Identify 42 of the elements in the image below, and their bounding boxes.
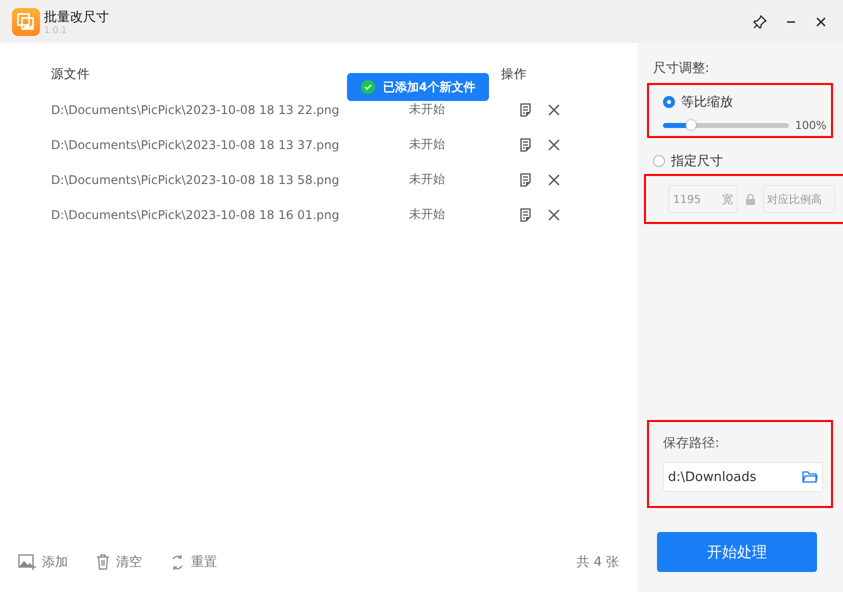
status-text: 未开始	[409, 136, 446, 153]
status-text: 未开始	[409, 171, 446, 188]
column-header: 操作	[501, 66, 528, 83]
folder-icon[interactable]	[802, 470, 818, 484]
scale-slider[interactable]	[663, 123, 789, 128]
file-path: D:\Documents\PicPick\2023-10-08 18 13 22.png	[51, 102, 340, 116]
toolbar-button[interactable]: 重置	[170, 553, 217, 571]
radio-option[interactable]: 指定尺寸	[653, 152, 843, 170]
status-text: 未开始	[409, 206, 446, 223]
note-icon[interactable]	[519, 102, 532, 116]
close-icon[interactable]	[815, 16, 827, 28]
window-title: 批量改尺寸	[44, 8, 109, 26]
delete-icon[interactable]	[548, 174, 560, 186]
file-count: 共 4 张	[576, 554, 619, 571]
section-title: 尺寸调整:	[653, 60, 710, 77]
pin-icon[interactable]	[753, 14, 767, 28]
image-add-icon	[18, 554, 36, 570]
note-icon[interactable]	[519, 172, 532, 186]
note-icon[interactable]	[519, 208, 532, 222]
start-button[interactable]: 开始处理	[657, 532, 817, 572]
check-icon	[361, 80, 375, 94]
lock-icon	[746, 194, 755, 204]
toolbar-button[interactable]: 添加	[18, 553, 68, 571]
file-path: D:\Documents\PicPick\2023-10-08 18 16 01.png	[51, 208, 340, 222]
toast-text: 已添加4个新文件	[383, 78, 476, 96]
file-path: D:\Documents\PicPick\2023-10-08 18 13 37.png	[51, 138, 340, 152]
save-path-field[interactable]: d:\Downloads	[663, 462, 823, 492]
delete-icon[interactable]	[548, 138, 560, 150]
radio-option[interactable]: 等比缩放	[663, 93, 831, 111]
toolbar-button[interactable]: 清空	[96, 553, 142, 571]
column-header: 源文件	[51, 66, 91, 83]
width-field[interactable]: 1195 宽	[668, 185, 738, 213]
refresh-icon	[170, 554, 185, 570]
delete-icon[interactable]	[548, 104, 560, 116]
section-title: 保存路径:	[663, 435, 720, 452]
delete-icon[interactable]	[548, 208, 560, 220]
file-path: D:\Documents\PicPick\2023-10-08 18 13 58.png	[51, 172, 340, 186]
note-icon[interactable]	[519, 138, 532, 152]
trash-icon	[96, 554, 110, 570]
scale-value: 100%	[795, 119, 826, 132]
app-logo-icon	[12, 8, 40, 36]
status-text: 未开始	[409, 101, 446, 118]
